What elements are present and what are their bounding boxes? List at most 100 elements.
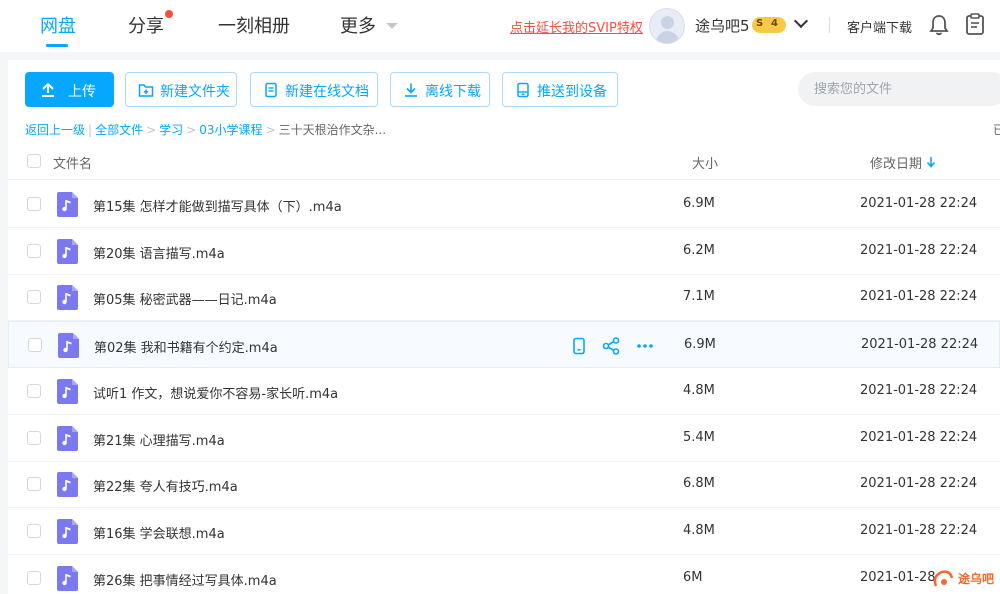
row-checkbox[interactable] — [27, 430, 41, 445]
push-device-icon[interactable] — [570, 337, 588, 355]
more-caret-icon[interactable] — [386, 23, 398, 29]
new-folder-label: 新建文件夹 — [160, 84, 230, 100]
file-size: 6M — [683, 569, 703, 585]
file-name[interactable]: 第20集 语言描写.m4a — [93, 243, 225, 262]
file-date: 2021-01-28 — [860, 569, 936, 585]
divider — [829, 17, 830, 33]
file-size: 4.8M — [683, 522, 715, 538]
bell-icon[interactable] — [929, 14, 949, 36]
breadcrumb-study[interactable]: 学习 — [159, 123, 183, 137]
table-row[interactable]: 第16集 学会联想.m4a 4.8M 2021-01-28 22:24 — [8, 508, 1000, 555]
tab-album[interactable]: 一刻相册 — [218, 12, 290, 38]
clipboard-icon[interactable] — [965, 13, 985, 35]
more-options-icon[interactable] — [636, 337, 654, 355]
audio-file-icon — [57, 378, 78, 404]
tab-share[interactable]: 分享 — [128, 12, 164, 38]
file-name[interactable]: 第02集 我和书籍有个约定.m4a — [94, 337, 278, 356]
file-size: 6.2M — [683, 242, 715, 258]
table-row[interactable]: 第26集 把事情经过写具体.m4a 6M 2021-01-28 — [8, 555, 1000, 594]
tab-netdisk[interactable]: 网盘 — [40, 12, 76, 38]
row-checkbox[interactable] — [27, 290, 41, 305]
breadcrumb: 返回上一级 | 全部文件 > 学习 >03小学课程 > 三十天根治作文杂... — [25, 121, 386, 138]
upload-button[interactable]: 上传 — [25, 72, 114, 107]
sort-down-arrow-icon[interactable] — [926, 156, 936, 168]
active-tab-indicator — [46, 44, 68, 47]
table-row[interactable]: 第21集 心理描写.m4a 5.4M 2021-01-28 22:24 — [8, 415, 1000, 462]
username[interactable]: 途乌吧5 — [695, 15, 750, 36]
table-row[interactable]: 第05集 秘密武器——日记.m4a 7.1M 2021-01-28 22:24 — [8, 274, 1000, 322]
file-name[interactable]: 第05集 秘密武器——日记.m4a — [93, 289, 277, 308]
table-row[interactable]: 第02集 我和书籍有个约定.m4a 6.9M 2021-01-28 22:24 — [8, 321, 1000, 369]
row-checkbox[interactable] — [27, 243, 41, 258]
audio-file-icon — [57, 425, 78, 451]
file-name[interactable]: 试听1 作文，想说爱你不容易-家长听.m4a — [93, 383, 338, 402]
audio-file-icon — [57, 238, 78, 264]
file-name[interactable]: 第21集 心理描写.m4a — [93, 430, 225, 449]
avatar[interactable] — [649, 8, 685, 44]
column-header-name[interactable]: 文件名 — [53, 153, 92, 172]
row-checkbox[interactable] — [27, 383, 41, 398]
breadcrumb-all-files[interactable]: 全部文件 — [95, 123, 143, 137]
table-header: 文件名 大小 修改日期 — [8, 142, 1000, 180]
file-date: 2021-01-28 22:24 — [860, 289, 978, 305]
table-row[interactable]: 第15集 怎样才能做到描写具体（下）.m4a 6.9M 2021-01-28 2… — [8, 181, 1000, 228]
table-row[interactable]: 第22集 夸人有技巧.m4a 6.8M 2021-01-28 22:24 — [8, 461, 1000, 509]
file-date: 2021-01-28 22:24 — [860, 522, 978, 538]
device-icon — [517, 82, 529, 98]
row-checkbox[interactable] — [28, 338, 42, 353]
breadcrumb-separator: > — [265, 123, 276, 137]
file-date: 2021-01-28 22:24 — [860, 476, 978, 492]
svip-renew-link[interactable]: 点击延长我的SVIP特权 — [510, 17, 643, 36]
file-size: 6.8M — [683, 476, 715, 492]
watermark-text: 途乌吧 — [958, 572, 995, 586]
notification-dot — [165, 10, 173, 18]
breadcrumb-separator: | — [88, 123, 93, 137]
breadcrumb-primary-course[interactable]: 03小学课程 — [199, 123, 262, 137]
search-input[interactable] — [798, 72, 1000, 106]
select-all-checkbox[interactable] — [27, 154, 41, 168]
user-menu-chevron-icon[interactable] — [793, 13, 809, 29]
breadcrumb-separator: > — [186, 123, 197, 137]
audio-file-icon — [57, 565, 78, 591]
offline-download-label: 离线下载 — [425, 84, 481, 100]
tab-more[interactable]: 更多 — [340, 12, 376, 38]
row-checkbox[interactable] — [27, 197, 41, 211]
share-icon[interactable] — [602, 337, 620, 355]
new-online-doc-button[interactable]: 新建在线文档 — [250, 72, 378, 107]
file-name[interactable]: 第15集 怎样才能做到描写具体（下）.m4a — [93, 196, 342, 215]
column-header-date[interactable]: 修改日期 — [870, 153, 922, 172]
file-name[interactable]: 第26集 把事情经过写具体.m4a — [93, 570, 277, 589]
new-folder-button[interactable]: 新建文件夹 — [125, 72, 237, 107]
breadcrumb-separator: > — [146, 123, 157, 137]
audio-file-icon — [57, 285, 78, 311]
file-name[interactable]: 第16集 学会联想.m4a — [93, 523, 225, 542]
push-to-device-button[interactable]: 推送到设备 — [502, 72, 618, 107]
breadcrumb-current: 三十天根治作文杂... — [278, 123, 387, 137]
level-number: 4 — [771, 18, 778, 29]
avatar-body-shape — [656, 31, 679, 43]
level-s: S — [756, 18, 764, 29]
upload-icon — [42, 83, 54, 97]
upload-label: 上传 — [68, 84, 96, 100]
file-name[interactable]: 第22集 夸人有技巧.m4a — [93, 476, 238, 495]
table-row[interactable]: 试听1 作文，想说爱你不容易-家长听.m4a 4.8M 2021-01-28 2… — [8, 368, 1000, 415]
client-download-link[interactable]: 客户端下载 — [847, 17, 912, 36]
file-date: 2021-01-28 22:24 — [860, 382, 978, 398]
new-folder-icon — [138, 84, 154, 97]
offline-download-button[interactable]: 离线下载 — [390, 72, 490, 107]
audio-file-icon — [58, 333, 79, 359]
audio-file-icon — [57, 518, 78, 544]
table-row[interactable]: 第20集 语言描写.m4a 6.2M 2021-01-28 22:24 — [8, 228, 1000, 275]
breadcrumb-back-link[interactable]: 返回上一级 — [25, 123, 85, 137]
row-checkbox[interactable] — [27, 523, 41, 538]
download-icon — [405, 83, 417, 97]
file-size: 5.4M — [683, 429, 715, 445]
row-checkbox[interactable] — [27, 570, 41, 585]
file-date: 2021-01-28 22:24 — [860, 429, 978, 445]
column-header-size[interactable]: 大小 — [692, 153, 718, 172]
file-size: 6.9M — [684, 337, 716, 353]
row-checkbox[interactable] — [27, 477, 41, 492]
audio-file-icon — [57, 192, 78, 217]
file-size: 7.1M — [683, 289, 715, 305]
file-date: 2021-01-28 22:24 — [860, 242, 978, 258]
